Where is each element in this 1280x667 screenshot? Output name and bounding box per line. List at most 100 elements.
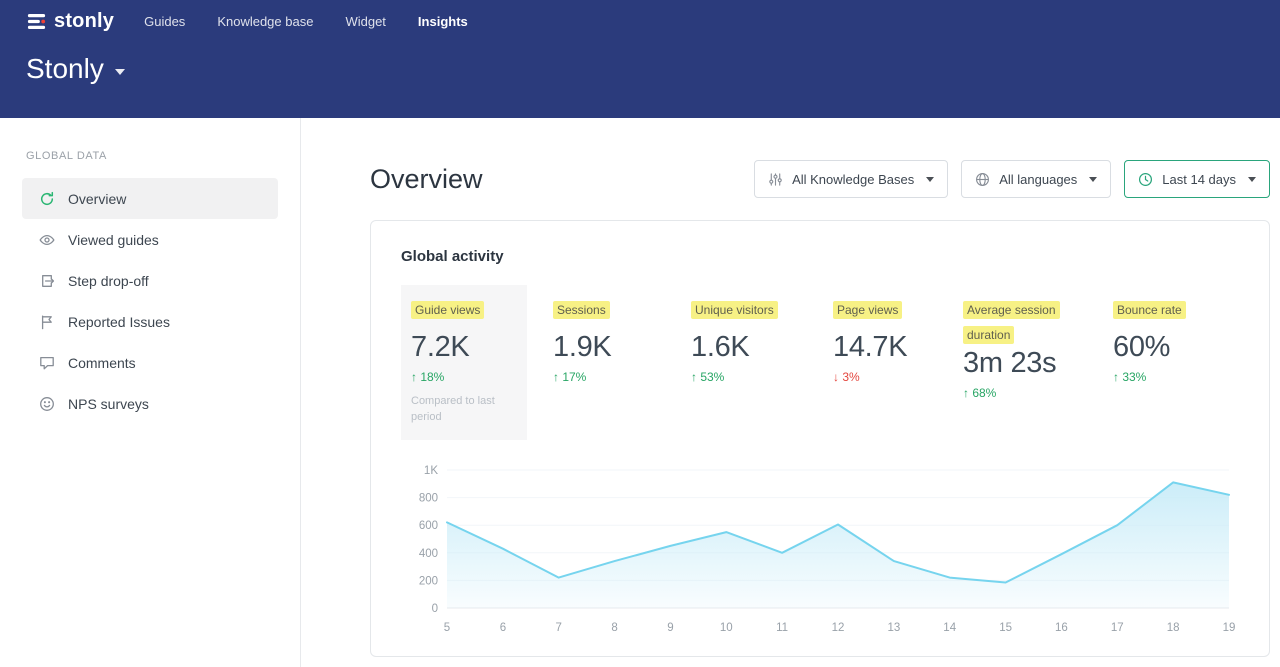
smiley-icon [39,396,55,412]
stat-sessions: Sessions 1.9K ↑ 17% [543,285,665,440]
sidebar-section-label: GLOBAL DATA [0,150,300,162]
nav-guides[interactable]: Guides [144,14,185,29]
sidebar-item-label: Reported Issues [68,314,170,330]
sidebar-item-comments[interactable]: Comments [22,342,278,383]
page-body: GLOBAL DATA Overview Viewed guides Step … [0,118,1280,667]
chevron-down-icon [1089,177,1097,182]
app-header: stonly Guides Knowledge base Widget Insight… [0,0,1280,118]
svg-text:6: 6 [500,622,506,634]
main-content: Overview All Knowledge Bases All languag… [301,118,1280,667]
stat-value: 7.2K [411,332,517,362]
sidebar-item-label: Step drop-off [68,273,149,289]
stat-label: Page views [833,301,902,319]
svg-text:12: 12 [832,622,845,634]
svg-text:19: 19 [1223,622,1236,634]
filter-all-languages[interactable]: All languages [961,160,1111,198]
filter-label: Last 14 days [1162,172,1236,187]
svg-text:0: 0 [432,603,438,615]
overview-icon [39,191,55,207]
activity-chart: 02004006008001K5678910111213141516171819 [401,458,1239,638]
stat-guide-views: Guide views 7.2K ↑ 18% Compared to last … [401,285,527,440]
eye-icon [39,232,55,248]
stat-delta: ↑ 17% [553,370,655,384]
topnav-items: Guides Knowledge base Widget Insights [144,14,468,29]
sidebar-item-reported-issues[interactable]: Reported Issues [22,301,278,342]
sidebar-item-nps-surveys[interactable]: NPS surveys [22,383,278,424]
stat-label: Sessions [553,301,610,319]
sliders-icon [768,172,783,187]
chevron-down-icon [115,69,125,75]
svg-text:600: 600 [419,521,438,533]
filter-all-knowledge-bases[interactable]: All Knowledge Bases [754,160,948,198]
stat-label: Unique visitors [691,301,778,319]
stat-label: Guide views [411,301,484,319]
sidebar-nav: Overview Viewed guides Step drop-off Rep… [0,178,300,424]
sidebar-item-step-drop-off[interactable]: Step drop-off [22,260,278,301]
svg-text:9: 9 [667,622,673,634]
stats-row: Guide views 7.2K ↑ 18% Compared to last … [401,285,1239,440]
stat-bounce-rate: Bounce rate 60% ↑ 33% [1103,285,1233,440]
step-dropoff-icon [39,273,55,289]
stat-delta: ↑ 33% [1113,370,1223,384]
svg-text:15: 15 [999,622,1012,634]
sidebar-item-label: Overview [68,191,126,207]
workspace-name: Stonly [26,53,104,85]
sidebar: GLOBAL DATA Overview Viewed guides Step … [0,118,301,667]
flag-icon [39,314,55,330]
clock-icon [1138,172,1153,187]
stat-page-views: Page views 14.7K ↓ 3% [823,285,937,440]
svg-text:7: 7 [555,622,561,634]
svg-text:10: 10 [720,622,733,634]
activity-chart-svg: 02004006008001K5678910111213141516171819 [401,458,1239,638]
nav-widget[interactable]: Widget [345,14,385,29]
stat-label: Bounce rate [1113,301,1186,319]
svg-text:17: 17 [1111,622,1124,634]
chevron-down-icon [1248,177,1256,182]
stat-value: 3m 23s [963,348,1077,378]
stat-label: Average session duration [963,301,1060,344]
stat-unique-visitors: Unique visitors 1.6K ↑ 53% [681,285,807,440]
sidebar-item-label: Viewed guides [68,232,159,248]
stat-delta: ↓ 3% [833,370,927,384]
sidebar-item-label: Comments [68,355,136,371]
stat-value: 60% [1113,332,1223,362]
stat-value: 1.9K [553,332,655,362]
global-activity-card: Global activity Guide views 7.2K ↑ 18% C… [370,220,1270,657]
stonly-logo[interactable]: stonly [26,10,114,33]
filter-label: All Knowledge Bases [792,172,914,187]
stat-value: 1.6K [691,332,797,362]
filters: All Knowledge Bases All languages Last 1… [754,160,1270,198]
globe-icon [975,172,990,187]
chevron-down-icon [926,177,934,182]
topnav: stonly Guides Knowledge base Widget Insight… [26,0,1254,33]
svg-text:1K: 1K [424,465,438,477]
svg-text:800: 800 [419,493,438,505]
stat-note: Compared to last period [411,394,507,426]
stat-value: 14.7K [833,332,927,362]
svg-text:200: 200 [419,576,438,588]
main-header: Overview All Knowledge Bases All languag… [370,160,1270,198]
svg-text:5: 5 [444,622,450,634]
logo-text: stonly [54,10,114,33]
stonly-logo-icon [26,11,47,32]
svg-text:16: 16 [1055,622,1068,634]
workspace-switcher[interactable]: Stonly [26,53,125,85]
filter-label: All languages [999,172,1077,187]
sidebar-item-viewed-guides[interactable]: Viewed guides [22,219,278,260]
stat-delta: ↑ 53% [691,370,797,384]
nav-insights[interactable]: Insights [418,14,468,29]
page-title: Overview [370,164,483,195]
svg-text:11: 11 [776,622,788,634]
sidebar-item-overview[interactable]: Overview [22,178,278,219]
svg-text:13: 13 [888,622,901,634]
nav-knowledge-base[interactable]: Knowledge base [217,14,313,29]
svg-text:14: 14 [943,622,956,634]
filter-last-14-days[interactable]: Last 14 days [1124,160,1270,198]
comment-icon [39,355,55,371]
stat-delta: ↑ 68% [963,386,1077,400]
stat-delta: ↑ 18% [411,370,517,384]
stat-average-session-duration: Average session duration 3m 23s ↑ 68% [953,285,1087,440]
card-title: Global activity [401,248,1239,265]
svg-text:8: 8 [611,622,617,634]
svg-text:400: 400 [419,548,438,560]
